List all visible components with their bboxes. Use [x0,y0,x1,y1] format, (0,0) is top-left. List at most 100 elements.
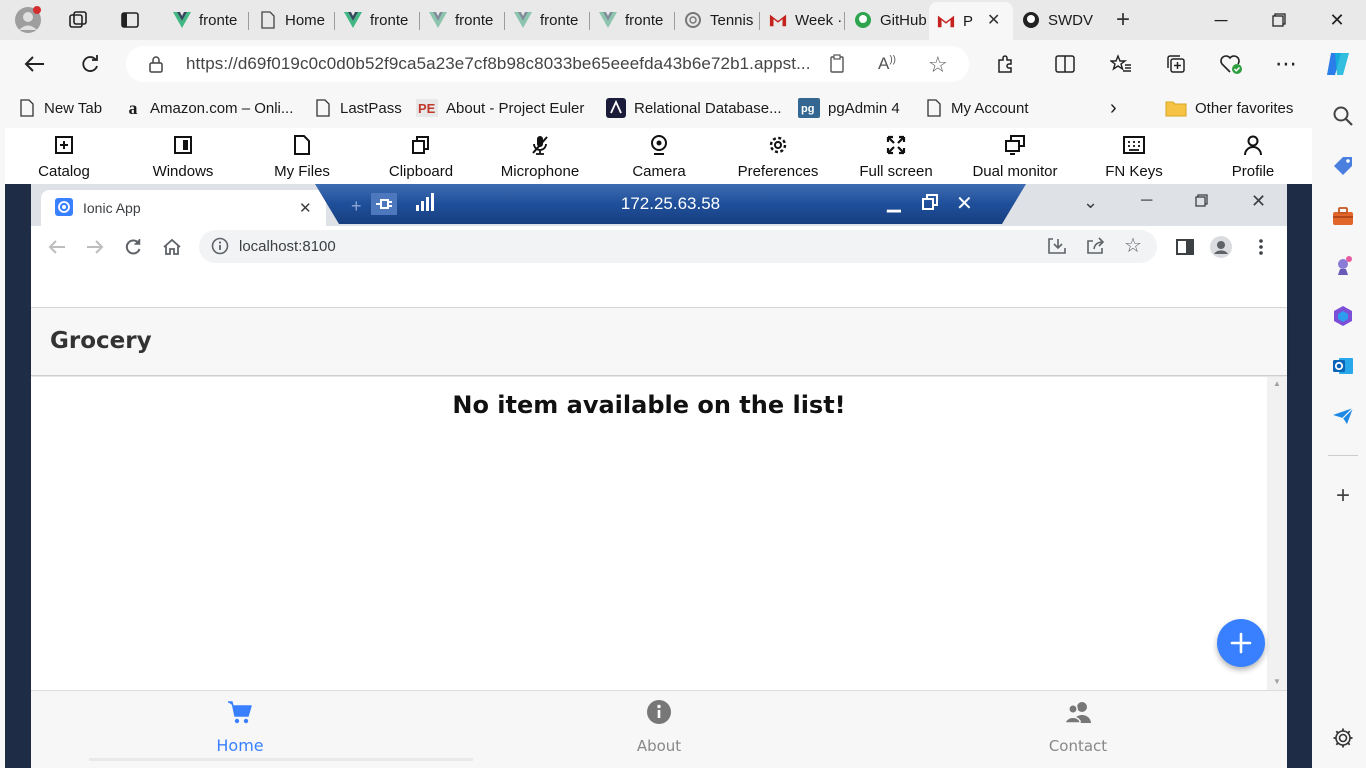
browser-tab[interactable]: Home [251,4,335,36]
tab-home[interactable]: Home [160,699,320,755]
people-icon [1064,699,1092,729]
camera-button[interactable]: Camera [604,134,714,180]
full-screen-button[interactable]: Full screen [841,134,951,180]
workspaces-icon[interactable] [64,6,92,34]
share-icon[interactable] [1086,237,1106,260]
remote-connection-bar[interactable]: + 172.25.63.58 ▁ ✕ [315,184,1026,224]
browser-tab[interactable]: Tennis [676,4,760,36]
other-favorites-folder[interactable]: Other favorites [1165,96,1293,120]
fn-keys-button[interactable]: FN Keys [1079,134,1189,180]
reload-icon[interactable] [120,234,146,260]
back-icon[interactable] [19,48,51,80]
browser-toolbar: https://d69f019c0c0d0b52f9ca5a23e7cf8b98… [0,40,1366,88]
tab-label: fronte [199,11,238,29]
preferences-button[interactable]: Preferences [723,134,833,180]
clipboard-icon[interactable] [829,54,845,79]
scroll-down-icon[interactable]: ▼ [1273,677,1281,686]
favorite-my-account[interactable]: My Account [925,96,1029,120]
microsoft-365-icon[interactable] [1327,300,1359,332]
browser-tab[interactable]: Week · [761,4,845,36]
chrome-address-bar[interactable]: localhost:8100 ☆ [199,230,1157,263]
close-window-icon[interactable]: ✕ [1308,0,1366,40]
catalog-button[interactable]: Catalog [9,134,119,180]
my-files-button[interactable]: My Files [247,134,357,180]
favorite-pgadmin[interactable]: pg pgAdmin 4 [798,96,900,120]
favorites-bar: New Tab a Amazon.com – Onli... LastPass … [0,88,1320,128]
favorite-relational-database[interactable]: Relational Database... [606,96,782,120]
send-icon[interactable] [1327,400,1359,432]
chevron-right-icon[interactable]: › [1110,96,1117,120]
refresh-icon[interactable] [74,48,106,80]
favorite-project-euler[interactable]: PE About - Project Euler [416,96,584,120]
chrome-tab-ionic-app[interactable]: Ionic App ✕ [41,190,326,226]
browser-essentials-icon[interactable] [1215,48,1247,80]
dual-monitor-button[interactable]: Dual monitor [960,134,1070,180]
read-aloud-icon[interactable]: A)) [878,54,896,74]
close-tab-icon[interactable]: ✕ [299,199,312,217]
account-avatar-icon[interactable] [1208,234,1234,260]
favorite-new-tab[interactable]: New Tab [18,96,102,120]
extensions-icon[interactable] [989,48,1021,80]
chrome-close-icon[interactable]: ✕ [1251,191,1266,212]
microphone-button[interactable]: Microphone [485,134,595,180]
favorite-amazon[interactable]: a Amazon.com – Onli... [124,96,294,120]
restore-icon[interactable] [1250,0,1308,40]
scrollbar[interactable]: ▲ ▼ [1267,377,1287,690]
favorite-lastpass[interactable]: LastPass [314,96,402,120]
favorite-star-icon[interactable]: ☆ [928,52,948,78]
profile-avatar-icon[interactable] [14,6,42,34]
toolbar-label: My Files [274,163,330,180]
side-panel-icon[interactable] [1172,234,1198,260]
home-icon[interactable] [159,234,185,260]
scroll-up-icon[interactable]: ▲ [1273,379,1281,388]
settings-gear-icon[interactable] [1327,722,1359,754]
profile-button[interactable]: Profile [1198,134,1308,180]
clipboard-button[interactable]: Clipboard [366,134,476,180]
tab-contact[interactable]: Contact [998,699,1158,755]
add-icon[interactable]: + [1327,480,1359,512]
tools-icon[interactable] [1327,200,1359,232]
browser-tab[interactable]: fronte [165,4,249,36]
more-options-icon[interactable]: ⋯ [1270,48,1302,80]
close-tab-icon[interactable]: ✕ [987,10,1000,30]
search-icon[interactable] [1327,100,1359,132]
browser-tab[interactable]: SWDV [1014,4,1096,36]
split-screen-icon[interactable] [1049,48,1081,80]
remote-host-ip: 172.25.63.58 [620,194,721,213]
browser-tab-active[interactable]: P ✕ [929,2,1013,40]
browser-tab[interactable]: fronte [506,4,590,36]
chrome-restore-icon[interactable] [1195,194,1208,212]
outlook-icon[interactable] [1327,350,1359,382]
add-item-fab-button[interactable] [1217,619,1265,667]
chrome-minimize-icon[interactable]: ─ [1141,192,1152,210]
collections-icon[interactable] [1160,48,1192,80]
windows-button[interactable]: Windows [128,134,238,180]
lock-icon[interactable] [148,55,164,78]
browser-tab[interactable]: fronte [421,4,505,36]
shopping-tag-icon[interactable] [1327,150,1359,182]
games-icon[interactable] [1327,250,1359,282]
openai-icon [684,11,702,29]
browser-tab[interactable]: fronte [591,4,675,36]
back-icon[interactable] [44,234,70,260]
browser-tab[interactable]: GitHub [846,4,928,36]
rd-minimize-icon[interactable]: ▁ [887,192,901,213]
new-tab-icon[interactable]: + [1109,6,1137,34]
minimize-icon[interactable]: ─ [1192,0,1250,40]
tab-about[interactable]: About [579,699,739,755]
forward-icon[interactable] [82,234,108,260]
rd-close-icon[interactable]: ✕ [956,191,973,216]
address-bar[interactable]: https://d69f019c0c0d0b52f9ca5a23e7cf8b98… [126,46,969,82]
remote-desktop-view[interactable]: Ionic App ✕ ⌄ ─ ✕ + 172.25.63.58 ▁ ✕ loc… [5,184,1312,768]
chevron-down-icon[interactable]: ⌄ [1083,192,1098,213]
rd-restore-icon[interactable] [922,194,938,215]
app-content[interactable]: No item available on the list! ▲ ▼ [31,377,1287,690]
info-icon[interactable] [211,237,229,260]
tab-actions-icon[interactable] [116,6,144,34]
browser-tab[interactable]: fronte [336,4,420,36]
chrome-menu-icon[interactable] [1248,234,1274,260]
install-app-icon[interactable] [1047,237,1067,260]
favorites-icon[interactable] [1105,48,1137,80]
bookmark-star-icon[interactable]: ☆ [1124,233,1142,258]
copilot-icon[interactable] [1322,48,1354,80]
